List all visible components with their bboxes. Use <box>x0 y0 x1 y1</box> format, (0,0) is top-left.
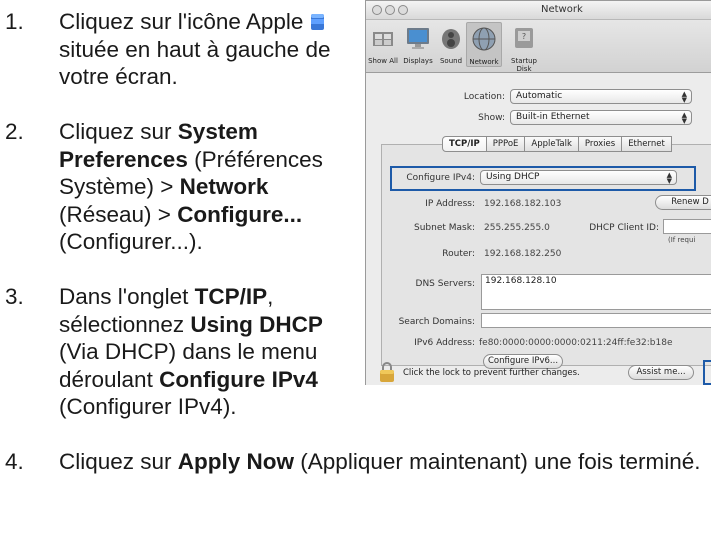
configure-ipv4-popup[interactable]: Using DHCP ▲ ▼ <box>480 170 677 185</box>
window-title: Network <box>541 4 583 15</box>
toolbar-show-all[interactable]: Show All <box>368 24 398 65</box>
router-label: Router: <box>442 249 475 259</box>
step-text: Dans l'onglet TCP/IP, sélectionnez Using… <box>59 283 351 421</box>
toolbar-network[interactable]: Network <box>466 22 502 67</box>
step-bold-term: TCP/IP <box>194 284 268 309</box>
tab-bar: TCP/IP PPPoE AppleTalk Proxies Ethernet <box>442 136 672 152</box>
lock-message: Click the lock to prevent further change… <box>403 368 580 378</box>
show-popup[interactable]: Built-in Ethernet ▲ ▼ <box>510 110 692 125</box>
displays-icon <box>407 28 429 49</box>
step-text: Cliquez sur l'icône Apple située en haut… <box>59 8 351 91</box>
location-popup[interactable]: Automatic ▲ ▼ <box>510 89 692 104</box>
step-bold-term: Configure... <box>177 201 303 227</box>
location-label: Location: <box>463 92 505 102</box>
dns-servers-field[interactable]: 192.168.128.10 <box>481 274 711 310</box>
step-bold-term: Configure IPv4 <box>159 366 318 392</box>
apply-now-highlight <box>703 360 711 385</box>
svg-text:?: ? <box>522 32 526 41</box>
step-text: Cliquez sur System Preferences (Préféren… <box>59 118 351 256</box>
toolbar-label: Sound <box>439 57 463 65</box>
ip-address-value: 192.168.182.103 <box>484 199 562 209</box>
step-text: Cliquez sur Apply Now (Appliquer mainten… <box>59 448 709 476</box>
toolbar-label: Displays <box>403 57 433 65</box>
sound-icon <box>442 29 460 49</box>
configure-ipv6-button[interactable]: Configure IPv6... <box>483 354 563 369</box>
dns-servers-value: 192.168.128.10 <box>485 276 557 286</box>
subnet-mask-label: Subnet Mask: <box>414 223 475 233</box>
location-value: Automatic <box>516 91 563 101</box>
step-text-part: située en haut à gauche de votre écran. <box>59 36 331 90</box>
dns-servers-label: DNS Servers: <box>415 279 475 289</box>
configure-ipv4-value: Using DHCP <box>486 172 540 182</box>
toolbar-label: Startup Disk <box>511 57 537 73</box>
ipv6-address-value: fe80:0000:0000:0000:0211:24ff:fe32:b18e <box>479 338 673 348</box>
dhcp-client-id-field[interactable] <box>663 219 711 234</box>
router-value: 192.168.182.250 <box>484 249 562 259</box>
toolbar-label: Network <box>469 58 499 66</box>
step-text-part: (Réseau) > <box>59 201 178 227</box>
subnet-mask-value: 255.255.255.0 <box>484 223 550 233</box>
toolbar-label: Show All <box>368 57 398 65</box>
show-all-icon <box>373 32 393 46</box>
popup-arrows-icon: ▲ ▼ <box>681 90 687 104</box>
search-domains-label: Search Domains: <box>398 317 475 327</box>
show-value: Built-in Ethernet <box>516 112 590 122</box>
step-bold-term: Network <box>179 174 269 199</box>
step-text-part: (Appliquer maintenant) une fois terminé. <box>294 449 701 474</box>
step-number: 3. <box>5 284 24 309</box>
close-window-button[interactable] <box>372 5 382 15</box>
startup-disk-icon: ? <box>515 28 533 48</box>
ipv6-address-label: IPv6 Address: <box>414 338 475 348</box>
tab-proxies[interactable]: Proxies <box>578 136 623 152</box>
tab-ethernet[interactable]: Ethernet <box>622 136 672 152</box>
tab-appletalk[interactable]: AppleTalk <box>525 136 579 152</box>
tab-tcp-ip[interactable]: TCP/IP <box>442 136 487 152</box>
if-required-note: (If requi <box>668 236 696 244</box>
step-bold-term: Using DHCP <box>190 311 323 337</box>
zoom-window-button[interactable] <box>398 5 408 15</box>
ip-address-label: IP Address: <box>425 199 475 209</box>
step-number: 2. <box>5 119 24 144</box>
popup-arrows-icon: ▲ ▼ <box>666 171 672 185</box>
step-number: 1. <box>5 9 24 34</box>
step-text-part: (Configurer IPv4). <box>59 394 237 419</box>
dhcp-client-id-label: DHCP Client ID: <box>589 223 659 233</box>
step-number: 4. <box>5 449 24 474</box>
show-label: Show: <box>478 113 505 123</box>
step-text-part: Cliquez sur <box>59 449 178 474</box>
apple-icon <box>310 14 324 30</box>
popup-arrows-icon: ▲ ▼ <box>681 111 687 125</box>
toolbar-sound[interactable]: Sound <box>437 24 465 65</box>
network-preferences-window: Network Show All Displays Sound Network … <box>365 0 711 385</box>
network-icon <box>472 27 496 51</box>
step-text-part: Dans l'onglet <box>59 284 195 309</box>
step-bold-term: Apply Now <box>177 449 295 474</box>
lock-icon[interactable] <box>379 361 395 383</box>
configure-ipv4-label: Configure IPv4: <box>406 173 475 183</box>
tab-pppoe[interactable]: PPPoE <box>486 136 526 152</box>
step-text-part: Cliquez sur <box>59 119 178 144</box>
search-domains-field[interactable] <box>481 313 711 328</box>
minimize-window-button[interactable] <box>385 5 395 15</box>
toolbar-displays[interactable]: Displays <box>402 24 434 65</box>
assist-me-button[interactable]: Assist me... <box>628 365 694 380</box>
toolbar-startup-disk[interactable]: ? Startup Disk <box>503 24 545 73</box>
step-text-part: (Configurer...). <box>59 229 203 254</box>
step-text-part: Cliquez sur l'icône Apple <box>59 9 310 34</box>
preferences-toolbar: Show All Displays Sound Network ? Startu… <box>366 20 711 73</box>
window-titlebar: Network <box>366 1 711 20</box>
renew-dhcp-button[interactable]: Renew D <box>655 195 711 210</box>
